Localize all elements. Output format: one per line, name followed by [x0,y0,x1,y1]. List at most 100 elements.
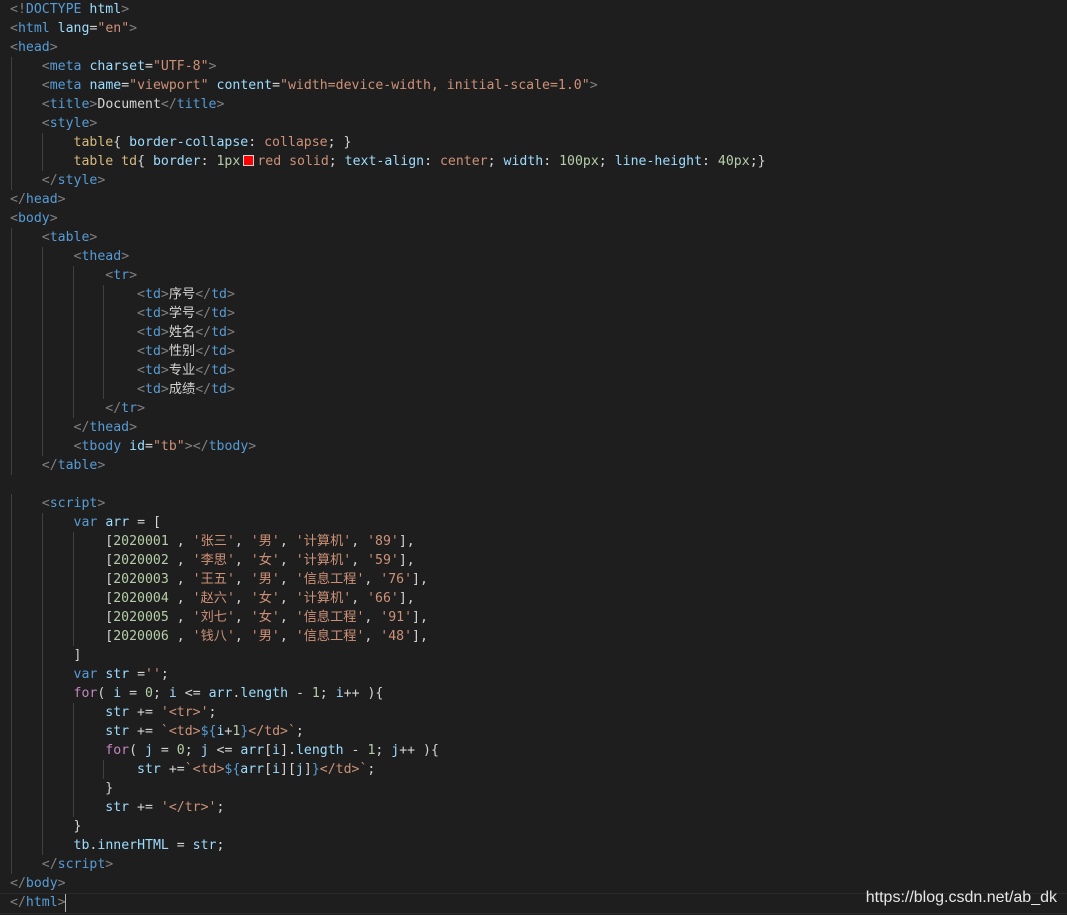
code-token: td [145,287,161,302]
code-line[interactable]: <style> [10,114,1067,133]
code-line[interactable]: <head> [10,38,1067,57]
code-editor[interactable]: <!DOCTYPE html> <html lang="en"> <head> <m… [0,0,1067,915]
code-line[interactable]: </tr> [10,399,1067,418]
code-line[interactable]: <title>Document</title> [10,95,1067,114]
code-token: < [10,40,18,55]
code-line[interactable]: <tbody id="tb"></tbody> [10,437,1067,456]
code-token: > [121,2,130,17]
code-token: </ [195,306,212,321]
color-swatch[interactable] [243,155,255,166]
indent-guide [72,589,74,608]
code-token: '76' [380,572,413,587]
code-line[interactable] [10,475,1067,494]
code-token: j [200,743,209,758]
code-token: < [41,78,50,93]
code-line[interactable]: for( i = 0; i <= arr.length - 1; i++ ){ [10,684,1067,703]
code-token: '计算机' [295,534,352,549]
code-token: > [227,344,235,359]
code-line[interactable]: table{ border-collapse: collapse; } [10,133,1067,152]
code-line[interactable]: <meta charset="UTF-8"> [10,57,1067,76]
indent-guide [72,323,74,342]
code-token: i [272,743,281,758]
indent-guide [11,532,12,551]
indent-guide [11,513,12,532]
code-line[interactable]: </thead> [10,418,1067,437]
code-token: ( [97,686,114,701]
code-line[interactable]: } [10,779,1067,798]
code-line[interactable]: </head> [10,190,1067,209]
code-token: '信息工程' [295,610,365,625]
code-line[interactable]: var str =''; [10,665,1067,684]
code-line[interactable]: <script> [10,494,1067,513]
code-token: > [57,876,66,891]
code-line[interactable]: <td>性别</td> [10,342,1067,361]
code-line[interactable]: [2020006 , '钱八', '男', '信息工程', '48'], [10,627,1067,646]
indent-guide [103,380,105,399]
indent-guide [11,760,12,779]
code-token: </ [160,97,177,112]
code-token: , [168,591,193,606]
code-token: </ [105,401,122,416]
code-line[interactable]: [2020002 , '李思', '女', '计算机', '59'], [10,551,1067,570]
code-line[interactable]: var arr = [ [10,513,1067,532]
code-line[interactable]: <tr> [10,266,1067,285]
code-token: > [227,325,235,340]
code-token: > [105,857,114,872]
code-token: td [211,363,227,378]
code-token: ; [216,800,225,815]
code-line[interactable]: <td>专业</td> [10,361,1067,380]
code-line[interactable]: [2020001 , '张三', '男', '计算机', '89'], [10,532,1067,551]
code-token: </ [41,857,58,872]
code-line[interactable]: </script> [10,855,1067,874]
code-token: td [145,382,161,397]
code-token: '赵六' [192,591,235,606]
code-line[interactable]: tb.innerHTML = str; [10,836,1067,855]
code-line[interactable]: <td>序号</td> [10,285,1067,304]
code-token: += [129,724,161,739]
code-token: meta [49,78,82,93]
code-line[interactable]: <html lang="en"> [10,19,1067,38]
code-line[interactable]: <td>姓名</td> [10,323,1067,342]
code-line[interactable]: <td>学号</td> [10,304,1067,323]
code-line[interactable]: str +=`<td>${arr[i][j]}</td>`; [10,760,1067,779]
code-line[interactable]: for( j = 0; j <= arr[i].length - 1; j++ … [10,741,1067,760]
code-lines[interactable]: <!DOCTYPE html> <html lang="en"> <head> <m… [10,0,1067,912]
code-token: > [227,306,235,321]
code-token: '计算机' [295,591,352,606]
code-token: : [543,154,560,169]
code-line[interactable]: [2020005 , '刘七', '女', '信息工程', '91'], [10,608,1067,627]
code-line[interactable]: str += `<td>${i+1}</td>`; [10,722,1067,741]
code-token: script [49,496,98,511]
code-line[interactable]: table td{ border: 1px red solid; text-ali… [10,152,1067,171]
code-line[interactable]: } [10,817,1067,836]
code-line[interactable]: <meta name="viewport" content="width=dev… [10,76,1067,95]
code-line[interactable]: <table> [10,228,1067,247]
code-line[interactable]: </style> [10,171,1067,190]
indent-guide [11,798,12,817]
code-token: arr [240,743,265,758]
indent-guide [103,361,105,380]
code-line[interactable]: <thead> [10,247,1067,266]
code-token: id [129,439,146,454]
code-token: ], [412,610,428,625]
indent-guide [11,361,12,380]
code-line[interactable]: <!DOCTYPE html> [10,0,1067,19]
code-line[interactable]: ] [10,646,1067,665]
code-token: str [105,800,130,815]
code-line[interactable]: <td>成绩</td> [10,380,1067,399]
code-token: head [25,192,58,207]
code-token: td [211,344,227,359]
code-line[interactable]: str += '</tr>'; [10,798,1067,817]
code-line[interactable]: <body> [10,209,1067,228]
indent-guide [41,152,43,171]
code-token: <= [176,686,209,701]
code-line[interactable]: </table> [10,456,1067,475]
code-line[interactable]: [2020004 , '赵六', '女', '计算机', '66'], [10,589,1067,608]
code-token: "UTF-8" [152,59,209,74]
code-line[interactable]: str += '<tr>'; [10,703,1067,722]
indent-guide [72,798,74,817]
code-token: - [288,686,312,701]
code-line[interactable]: [2020003 , '王五', '男', '信息工程', '76'], [10,570,1067,589]
code-token: </ [10,895,26,910]
